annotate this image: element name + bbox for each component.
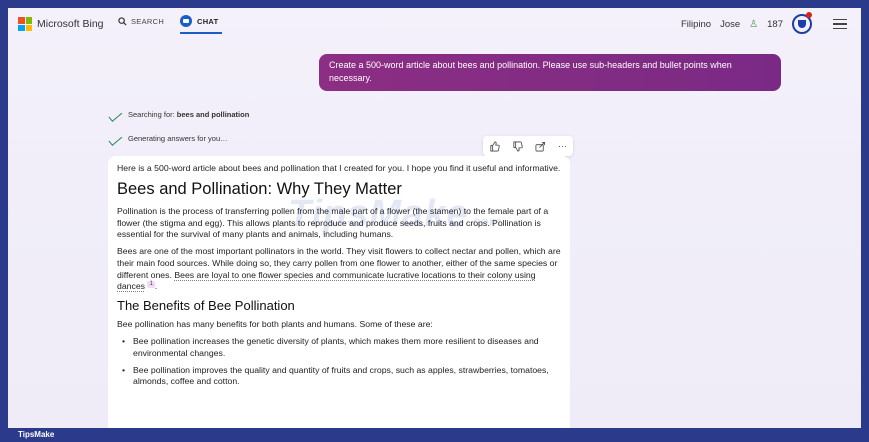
response-actions: ··· bbox=[483, 136, 573, 156]
article-paragraph-1: Pollination is the process of transferri… bbox=[117, 206, 549, 240]
bing-chat-window: Microsoft Bing SEARCH CHAT Filipino Jose… bbox=[8, 8, 861, 428]
footer-bar: TipsMake bbox=[0, 428, 869, 442]
list-item: Bee pollination increases the genetic di… bbox=[117, 336, 561, 359]
search-term: bees and pollination bbox=[176, 110, 250, 119]
tab-chat[interactable]: CHAT bbox=[180, 15, 218, 27]
more-icon[interactable]: ··· bbox=[558, 141, 567, 151]
article-paragraph-2: Bees are one of the most important polli… bbox=[117, 246, 561, 292]
cited-sentence[interactable]: Bees are loyal to one flower species and… bbox=[117, 270, 536, 292]
brand-name: Microsoft Bing bbox=[37, 18, 104, 30]
menu-icon[interactable] bbox=[833, 18, 847, 30]
tab-search-label: SEARCH bbox=[131, 17, 165, 26]
article-title: Bees and Pollination: Why They Matter bbox=[117, 180, 402, 199]
thumbs-up-icon[interactable] bbox=[489, 141, 500, 152]
user-icon[interactable]: ♙ bbox=[749, 19, 758, 30]
citation-badge[interactable]: 1 bbox=[147, 281, 155, 289]
status-searching: Searching for: bees and pollination bbox=[108, 110, 249, 119]
tab-search[interactable]: SEARCH bbox=[118, 17, 164, 26]
user-name[interactable]: Jose bbox=[720, 19, 740, 30]
rewards-trophy-icon[interactable] bbox=[792, 12, 812, 34]
checkmark-icon bbox=[108, 134, 122, 143]
chat-icon bbox=[180, 15, 192, 27]
bing-logo[interactable]: Microsoft Bing bbox=[18, 17, 104, 31]
article-subheading: The Benefits of Bee Pollination bbox=[117, 298, 295, 314]
search-icon bbox=[118, 17, 127, 26]
active-tab-indicator bbox=[180, 32, 222, 34]
generating-text: Generating answers for you… bbox=[128, 134, 228, 143]
language-link[interactable]: Filipino bbox=[681, 19, 711, 30]
list-item: Bee pollination improves the quality and… bbox=[117, 365, 561, 388]
account-nav: Filipino Jose ♙ 187 bbox=[681, 12, 847, 34]
bot-answer-card: Here is a 500-word article about bees an… bbox=[108, 156, 570, 428]
top-bar: Microsoft Bing SEARCH CHAT Filipino Jose… bbox=[8, 8, 861, 42]
answer-intro: Here is a 500-word article about bees an… bbox=[117, 163, 561, 173]
status-generating: Generating answers for you… bbox=[108, 134, 228, 143]
tab-chat-label: CHAT bbox=[197, 16, 219, 26]
share-icon[interactable] bbox=[535, 141, 546, 152]
checkmark-icon bbox=[108, 110, 122, 119]
thumbs-down-icon[interactable] bbox=[512, 141, 523, 152]
notification-dot bbox=[806, 12, 812, 18]
benefits-list: Bee pollination increases the genetic di… bbox=[117, 336, 561, 387]
microsoft-logo-icon bbox=[18, 17, 32, 31]
searching-text: Searching for: bees and pollination bbox=[128, 110, 250, 119]
benefits-intro: Bee pollination has many benefits for bo… bbox=[117, 319, 433, 330]
user-message-bubble: Create a 500-word article about bees and… bbox=[319, 54, 781, 91]
footer-label: TipsMake bbox=[18, 430, 55, 439]
user-message-text: Create a 500-word article about bees and… bbox=[329, 60, 732, 83]
rewards-points[interactable]: 187 bbox=[767, 19, 783, 30]
